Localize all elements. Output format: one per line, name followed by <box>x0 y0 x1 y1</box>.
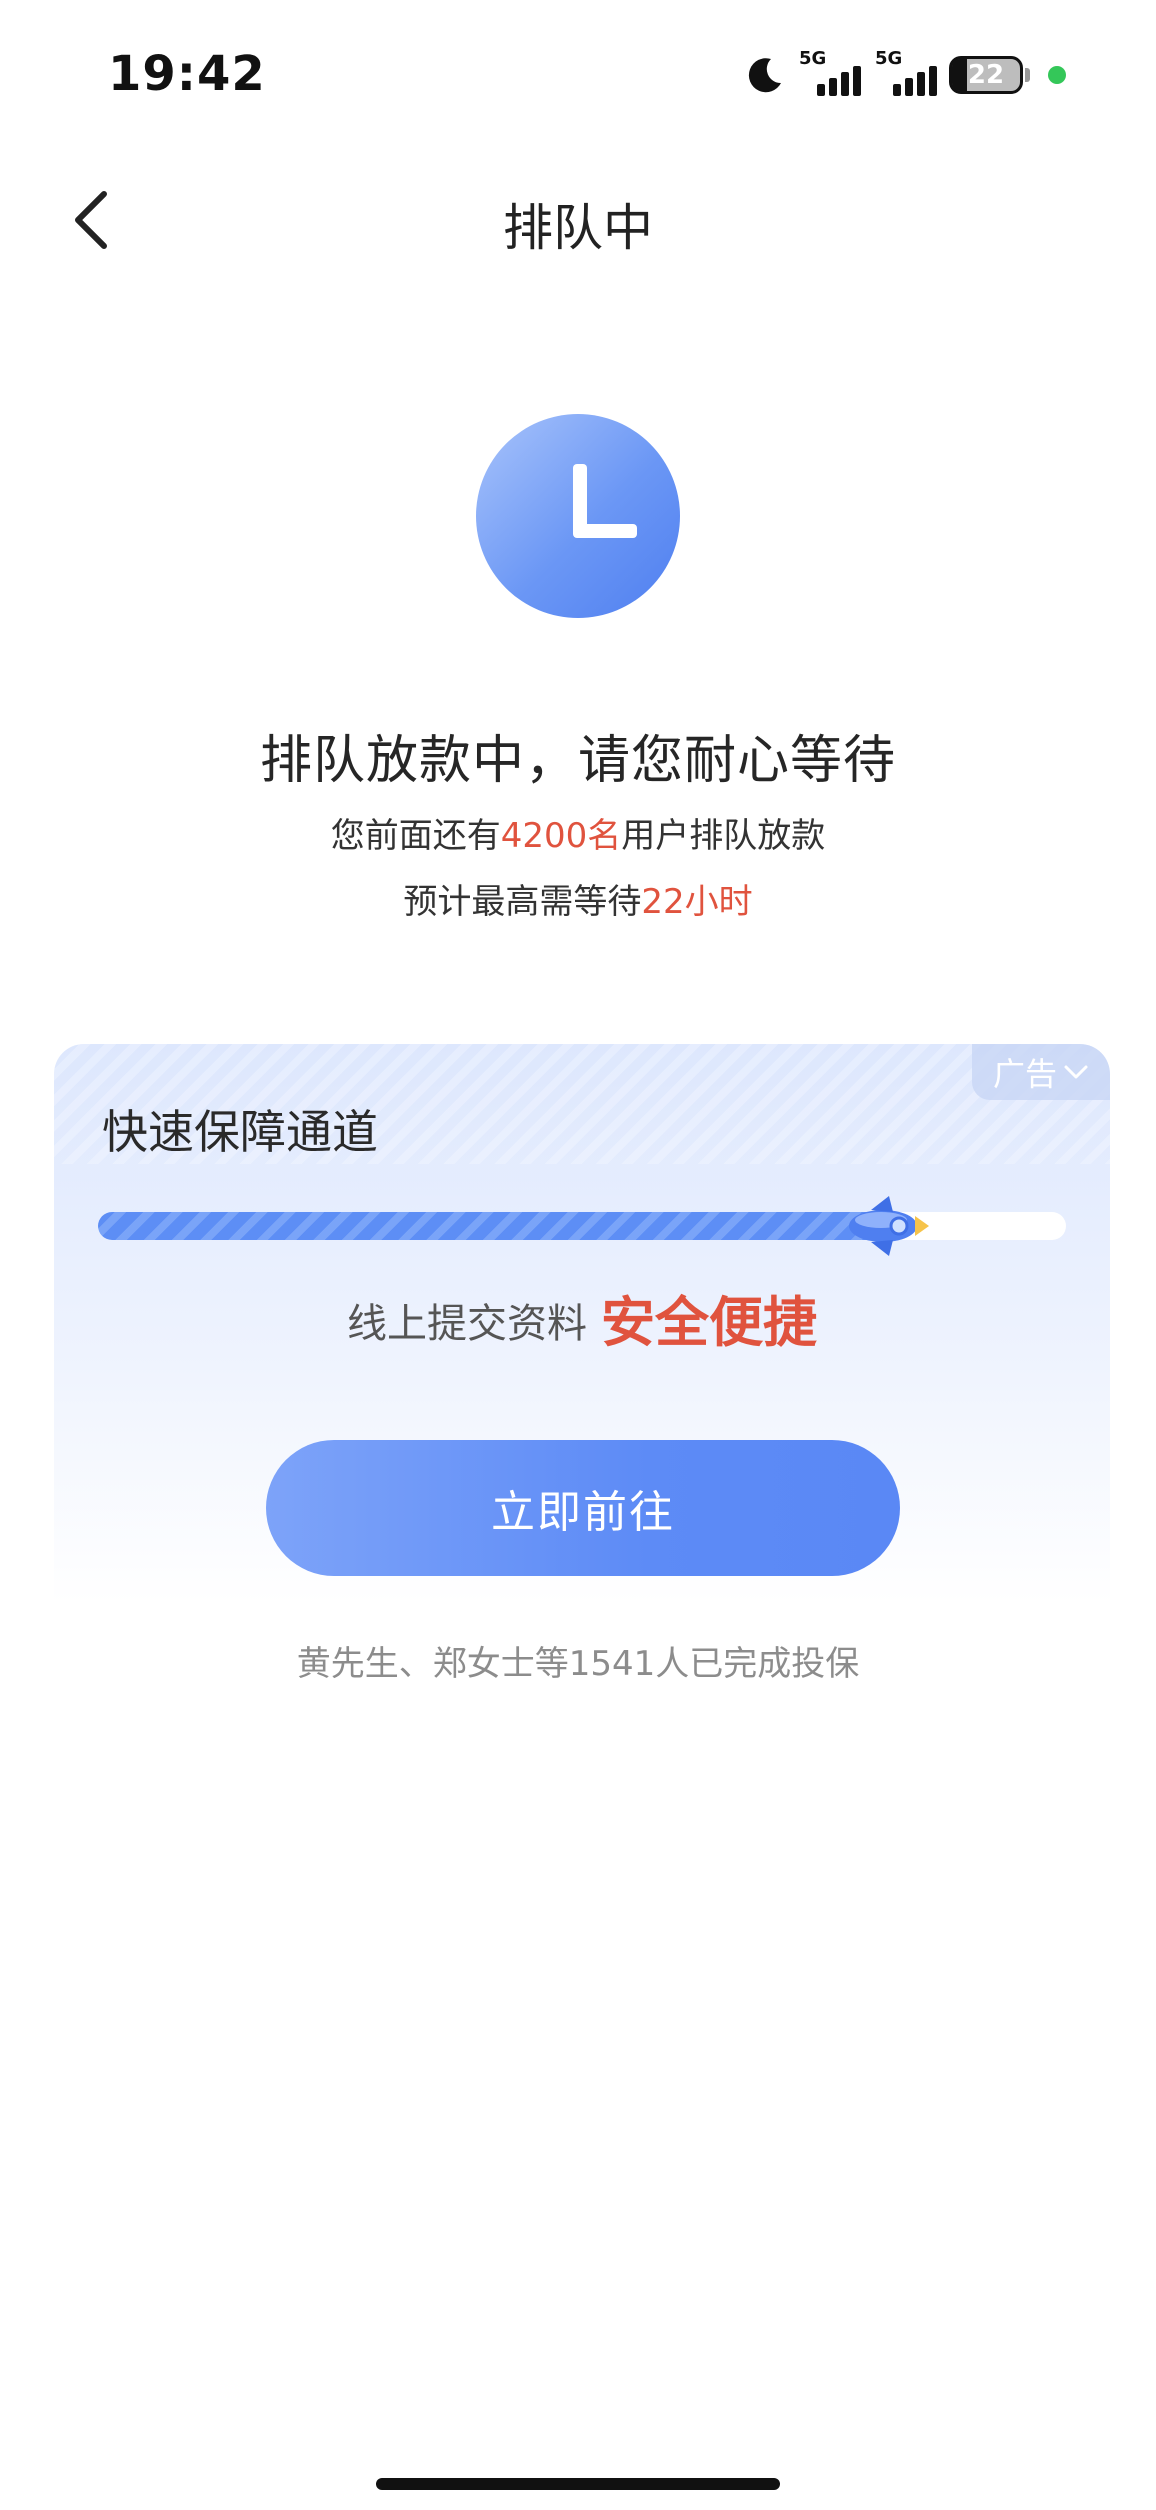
nav-bar: 排队中 <box>0 160 1156 280</box>
chevron-down-icon <box>1064 1065 1088 1079</box>
go-now-button[interactable]: 立即前往 <box>266 1440 900 1576</box>
fast-channel-card: 广告 快速保障通道 线上提交资料 安全便捷 立即前往 <box>54 1044 1110 1604</box>
status-headline: 排队放款中，请您耐心等待 <box>259 731 896 791</box>
wait-time-text: 预计最高需等待22小时 <box>403 882 753 922</box>
signal-icon: 5G <box>873 48 937 98</box>
queue-page: 19:42 5G 5G 22 排队中 排队放款中，请您耐心等待 您前面还有420… <box>0 0 1156 2510</box>
queue-count: 4200名 <box>500 816 622 856</box>
ad-tag[interactable]: 广告 <box>972 1044 1110 1100</box>
status-icons: 5G 5G 22 <box>745 48 1066 100</box>
moon-icon <box>748 58 781 93</box>
battery-level: 22 <box>967 60 1005 90</box>
clock-icon <box>476 414 680 618</box>
rocket-icon <box>849 1196 930 1256</box>
status-bar: 19:42 5G 5G 22 <box>0 0 1156 150</box>
status-time: 19:42 <box>108 46 266 102</box>
page-title: 排队中 <box>503 199 653 257</box>
progress-fill <box>98 1212 902 1240</box>
insured-users-note: 黄先生、郑女士等1541人已完成投保 <box>296 1644 860 1684</box>
wait-time: 22小时 <box>641 882 753 922</box>
card-title: 快速保障通道 <box>102 1105 378 1159</box>
ad-tag-label: 广告 <box>992 1055 1057 1093</box>
progress-bar <box>98 1196 1066 1256</box>
home-indicator[interactable] <box>376 2478 780 2490</box>
camera-indicator-dot <box>1048 66 1066 84</box>
slogan: 线上提交资料 安全便捷 <box>347 1291 817 1354</box>
battery-icon: 22 <box>949 56 1023 94</box>
queue-position-text: 您前面还有4200名用户排队放款 <box>330 816 826 856</box>
slogan-highlight: 安全便捷 <box>601 1291 817 1354</box>
battery-tip <box>1025 68 1030 82</box>
signal-icon: 5G <box>797 48 861 98</box>
